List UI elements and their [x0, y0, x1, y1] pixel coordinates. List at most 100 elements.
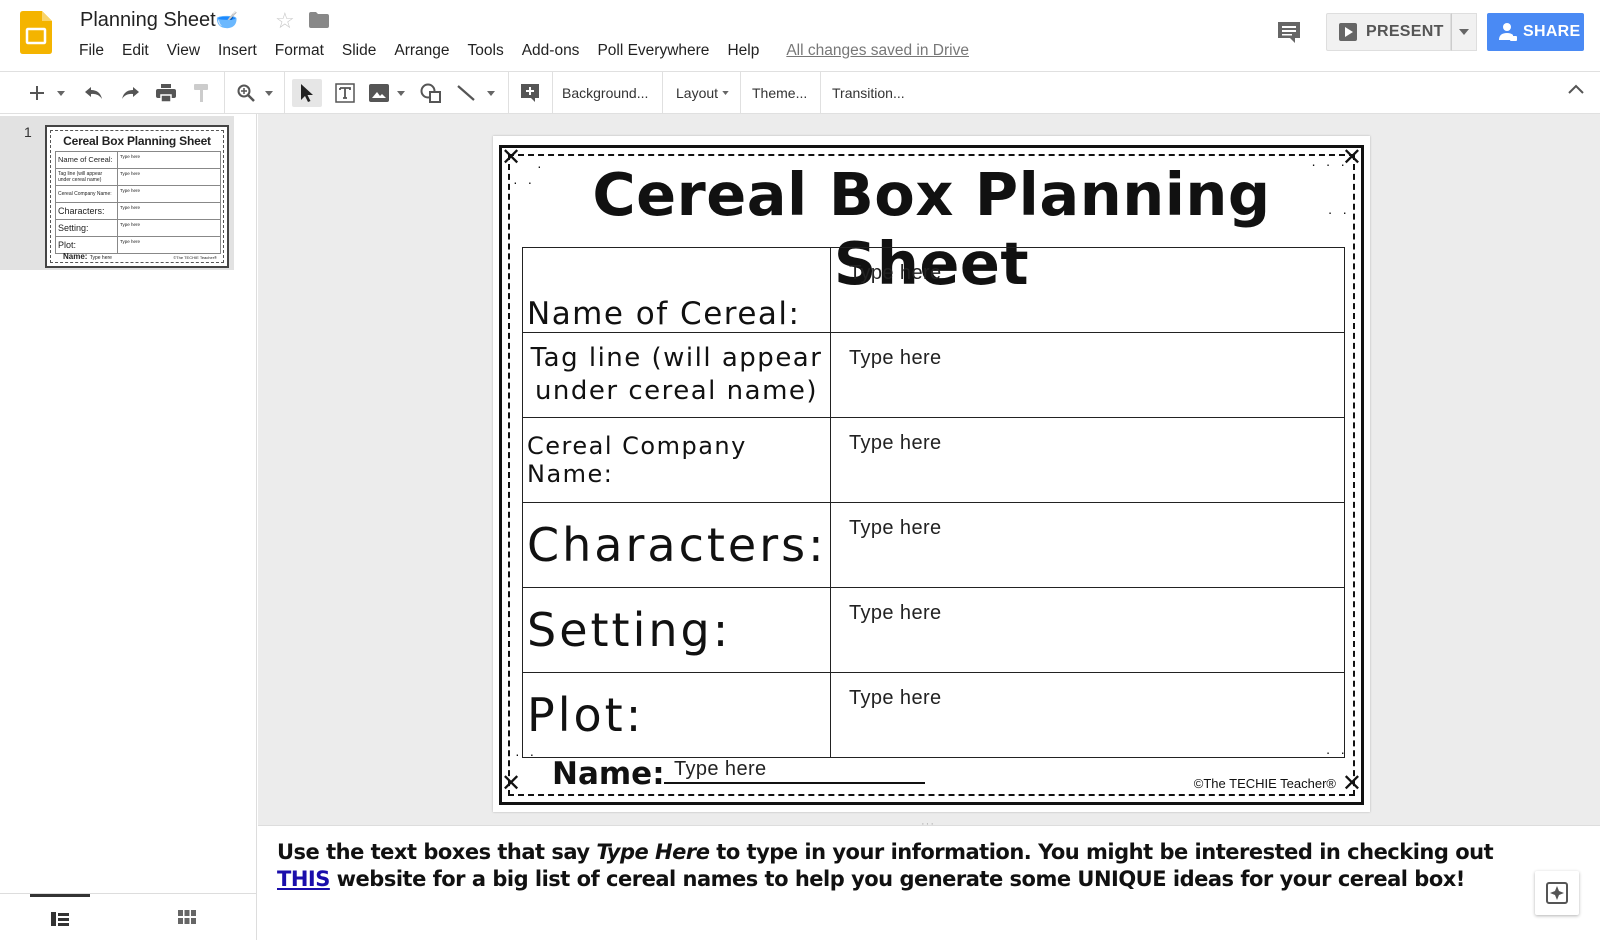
plot-label: Plot:: [522, 672, 831, 758]
text-box-button[interactable]: [330, 79, 360, 107]
present-options-dropdown[interactable]: [1451, 13, 1477, 51]
insert-image-button[interactable]: [366, 79, 392, 107]
add-comment-button[interactable]: [516, 79, 544, 107]
paint-format-button[interactable]: [188, 79, 216, 107]
plot-input[interactable]: Type here: [830, 672, 1345, 758]
setting-input[interactable]: Type here: [830, 587, 1345, 673]
cereal-name-input[interactable]: Type here: [830, 247, 1345, 333]
undo-icon: [85, 87, 102, 99]
notes-text-part: website for a big list of cereal names t…: [329, 867, 1466, 891]
toolbar-separator: [740, 72, 741, 113]
menu-slide[interactable]: Slide: [333, 40, 385, 62]
zoom-dropdown[interactable]: [262, 79, 276, 107]
thumbnail-cell-label: Tag line (will appear under cereal name): [55, 168, 118, 186]
share-person-icon: [1499, 23, 1517, 41]
speaker-notes[interactable]: ··· Use the text boxes that say Type Her…: [258, 818, 1600, 940]
planning-table[interactable]: Name of Cereal: Type here Tag line (will…: [522, 247, 1345, 758]
notes-resize-handle[interactable]: ···: [921, 818, 935, 830]
thumbnail-cell-value: Type here: [117, 219, 221, 237]
toolbar-separator: [224, 72, 225, 113]
app-header: Planning Sheet🥣 ☆ File Edit View Insert …: [0, 0, 1600, 71]
student-name-input[interactable]: Type here: [664, 758, 925, 784]
document-title[interactable]: Planning Sheet🥣: [80, 9, 238, 32]
slides-logo-icon[interactable]: [20, 11, 52, 54]
cereal-name-label: Name of Cereal:: [522, 247, 831, 333]
insert-image-dropdown[interactable]: [394, 79, 408, 107]
characters-input[interactable]: Type here: [830, 502, 1345, 588]
chevron-down-icon: [722, 91, 729, 95]
present-play-icon: [1339, 23, 1357, 41]
tag-line-label: Tag line (will appear under cereal name): [522, 332, 831, 418]
menu-arrange[interactable]: Arrange: [385, 40, 458, 62]
comment-icon[interactable]: [1276, 20, 1302, 44]
menu-bar: File Edit View Insert Format Slide Arran…: [70, 40, 969, 62]
slide-filmstrip: 1 Cereal Box Planning Sheet Name of Cere…: [0, 114, 257, 940]
speaker-notes-text[interactable]: Use the text boxes that say Type Here to…: [277, 839, 1497, 893]
theme-button[interactable]: Theme...: [752, 80, 807, 106]
line-dropdown[interactable]: [484, 79, 498, 107]
view-switcher: [0, 893, 257, 940]
undo-button[interactable]: [80, 79, 108, 107]
tag-line-input[interactable]: Type here: [830, 332, 1345, 418]
toolbar-separator: [284, 72, 285, 113]
thumbnail-cell-label: Setting:: [55, 219, 118, 237]
thumbnail-cell-value: Type here: [117, 236, 221, 254]
menu-view[interactable]: View: [158, 40, 209, 62]
menu-poll-everywhere[interactable]: Poll Everywhere: [588, 40, 718, 62]
present-label: PRESENT: [1366, 23, 1444, 40]
save-status-link[interactable]: All changes saved in Drive: [786, 40, 969, 62]
redo-button[interactable]: [116, 79, 144, 107]
grid-view-button[interactable]: [157, 894, 217, 940]
transition-button[interactable]: Transition...: [832, 80, 905, 106]
toolbar-separator: [662, 72, 663, 113]
slide[interactable]: ✕ ✕ ✕ ✕ · · · · · · · · · · · · Cereal B…: [493, 136, 1370, 812]
table-row: Setting: Type here: [522, 587, 1345, 673]
table-row: Tag line (will appear under cereal name)…: [522, 332, 1345, 418]
slide-thumbnail[interactable]: Cereal Box Planning Sheet Name of Cereal…: [45, 125, 229, 268]
text-box-icon: [335, 83, 355, 103]
paint-roller-icon: [194, 84, 208, 102]
background-button[interactable]: Background...: [562, 80, 648, 106]
select-tool-button[interactable]: [292, 79, 322, 107]
menu-tools[interactable]: Tools: [459, 40, 513, 62]
plus-icon: [30, 86, 44, 100]
menu-file[interactable]: File: [70, 40, 113, 62]
slide-canvas[interactable]: ✕ ✕ ✕ ✕ · · · · · · · · · · · · Cereal B…: [258, 114, 1600, 825]
share-button[interactable]: SHARE: [1487, 13, 1584, 51]
chevron-down-icon: [397, 90, 405, 96]
explore-button[interactable]: [1535, 871, 1579, 915]
layout-label: Layout: [676, 85, 719, 101]
notes-link[interactable]: THIS: [277, 867, 330, 891]
thumbnail-cell-label: Name of Cereal:: [55, 151, 118, 169]
folder-icon[interactable]: [309, 12, 329, 28]
slide-row-1[interactable]: 1 Cereal Box Planning Sheet Name of Cere…: [0, 116, 234, 270]
table-row: Cereal Company Name: Type here: [522, 417, 1345, 503]
add-comment-icon: [521, 84, 539, 102]
menu-insert[interactable]: Insert: [209, 40, 266, 62]
menu-addons[interactable]: Add-ons: [513, 40, 589, 62]
print-button[interactable]: [152, 79, 180, 107]
printer-icon: [156, 84, 176, 102]
chevron-up-icon[interactable]: [1568, 84, 1584, 94]
present-button[interactable]: PRESENT: [1326, 13, 1451, 51]
zoom-button[interactable]: [232, 79, 260, 107]
thumbnail-name-field: Name: Type here: [63, 252, 112, 261]
company-name-input[interactable]: Type here: [830, 417, 1345, 503]
new-slide-layout-dropdown[interactable]: [54, 79, 68, 107]
star-icon[interactable]: ☆: [275, 8, 295, 34]
new-slide-button[interactable]: [22, 79, 52, 107]
menu-edit[interactable]: Edit: [113, 40, 158, 62]
thumbnail-copyright: ©The TECHIE Teacher®: [173, 255, 217, 260]
layout-button[interactable]: Layout: [676, 80, 729, 106]
menu-help[interactable]: Help: [718, 40, 768, 62]
filmstrip-view-button[interactable]: [30, 894, 90, 940]
chevron-down-icon: [487, 90, 495, 96]
thumbnail-cell-label: Characters:: [55, 202, 118, 220]
menu-format[interactable]: Format: [266, 40, 333, 62]
thumbnail-cell-value: Type here: [117, 185, 221, 203]
shape-button[interactable]: [416, 79, 446, 107]
shapes-icon: [420, 83, 441, 103]
line-button[interactable]: [452, 79, 480, 107]
thumbnail-cell-label: Plot:: [55, 236, 118, 254]
thumbnail-name-label: Name:: [63, 252, 88, 261]
